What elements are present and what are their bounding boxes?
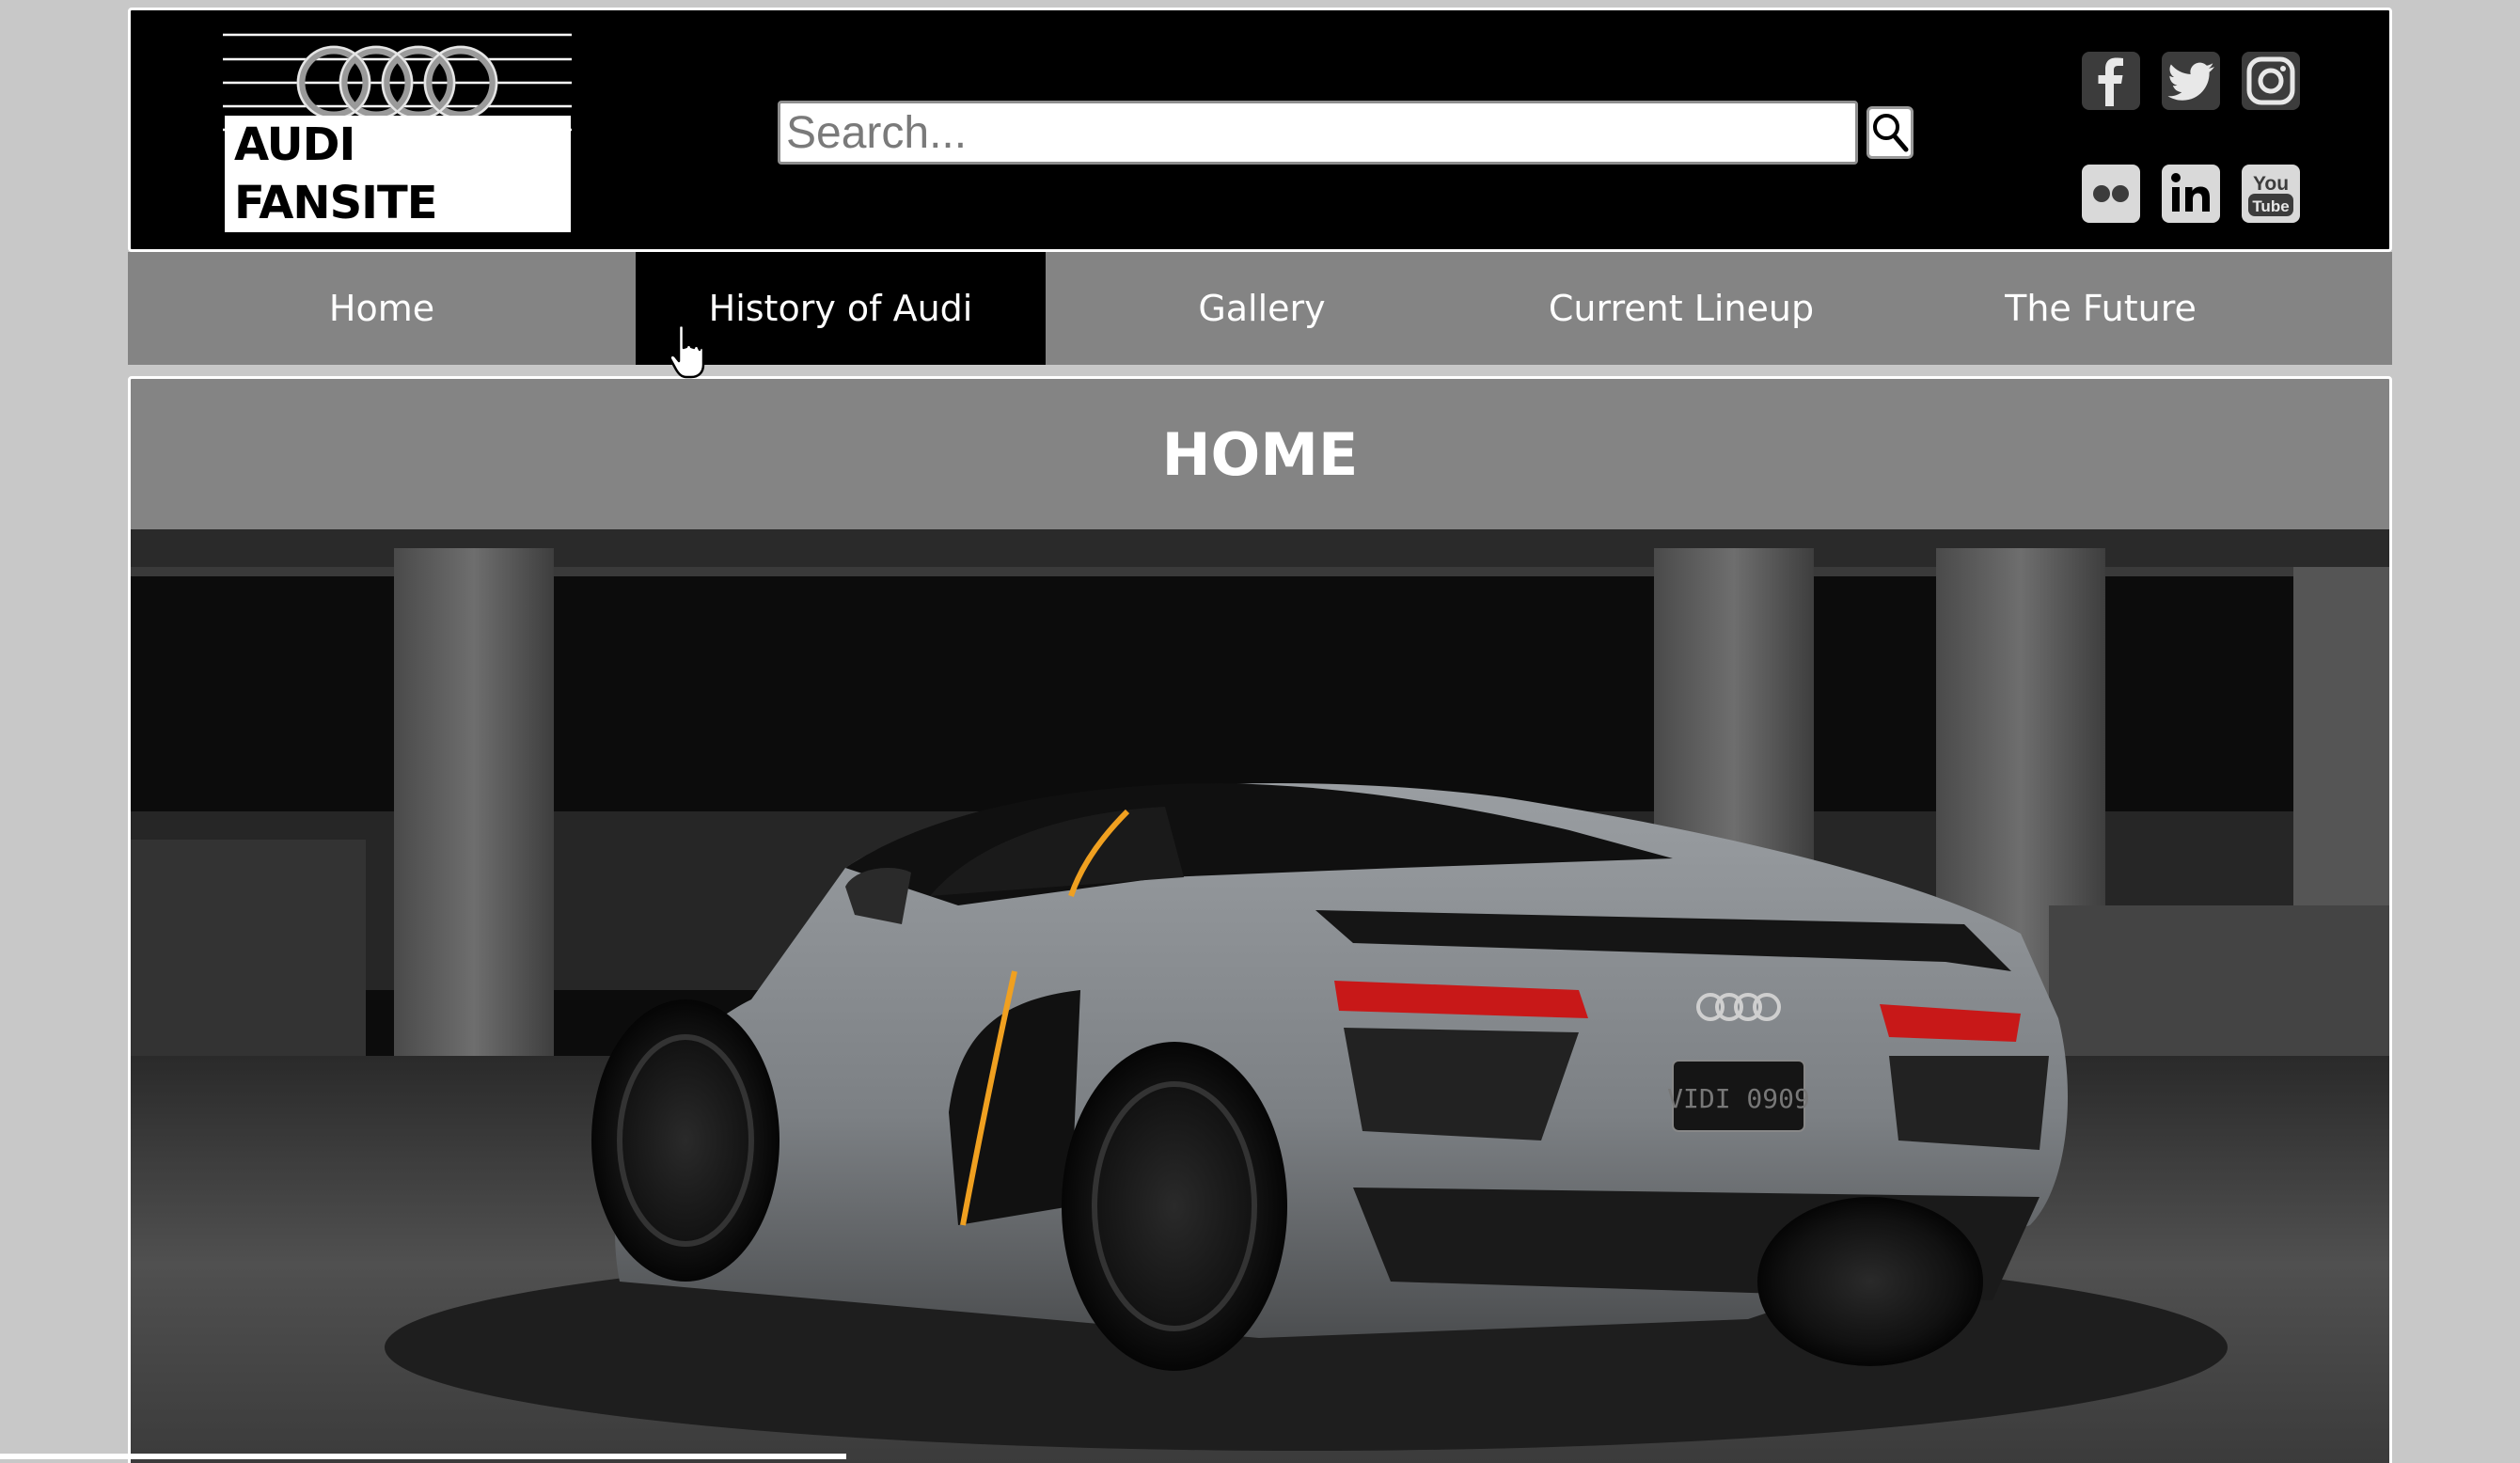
youtube-link[interactable]: You Tube [2242, 165, 2300, 223]
nav-item-label: Current Lineup [1548, 288, 1815, 329]
audi-r8-photo: VIDI 0909 [131, 529, 2389, 1463]
facebook-icon [2098, 57, 2123, 106]
twitter-link[interactable] [2162, 52, 2220, 110]
nav-item-label: Home [328, 288, 435, 329]
search-input[interactable] [778, 101, 1858, 165]
main-nav: Home History of Audi Gallery Current Lin… [128, 252, 2392, 365]
license-plate-text: VIDI 0909 [1667, 1083, 1810, 1114]
instagram-link[interactable] [2242, 52, 2300, 110]
nav-item-home[interactable]: Home [128, 252, 636, 365]
linkedin-icon [2171, 173, 2210, 212]
nav-item-the-future[interactable]: The Future [1884, 252, 2317, 365]
youtube-icon: You Tube [2248, 173, 2293, 216]
site-logo[interactable]: AUDI FANSITE [221, 31, 574, 232]
hand-cursor-icon [669, 323, 705, 379]
twitter-icon [2167, 62, 2214, 101]
nav-item-gallery[interactable]: Gallery [1046, 252, 1478, 365]
flickr-icon [2093, 185, 2129, 202]
search-button[interactable] [1866, 106, 1914, 159]
site-container: AUDI FANSITE Search... You Tube Home His… [128, 8, 2392, 1463]
nav-item-label: Gallery [1198, 288, 1326, 329]
youtube-icon-label-top: You [2253, 173, 2289, 195]
flickr-link[interactable] [2082, 165, 2140, 223]
logo-wordmark: AUDI FANSITE [225, 116, 571, 232]
nav-item-label: The Future [2005, 288, 2197, 329]
horizontal-scrollbar[interactable] [0, 1454, 846, 1459]
site-header: AUDI FANSITE Search... You Tube [128, 8, 2392, 252]
nav-item-label: History of Audi [708, 288, 973, 329]
instagram-icon [2246, 56, 2295, 105]
linkedin-link[interactable] [2162, 165, 2220, 223]
magnifier-icon [1873, 114, 1909, 152]
facebook-link[interactable] [2082, 52, 2140, 110]
hero-image: VIDI 0909 [131, 529, 2389, 1463]
youtube-icon-label-bottom: Tube [2252, 197, 2289, 215]
nav-item-current-lineup[interactable]: Current Lineup [1478, 252, 1884, 365]
page-title: HOME [1161, 419, 1359, 489]
logo-text: AUDI FANSITE [225, 116, 571, 232]
main-content: HOME VIDI 0909 [128, 376, 2392, 1463]
